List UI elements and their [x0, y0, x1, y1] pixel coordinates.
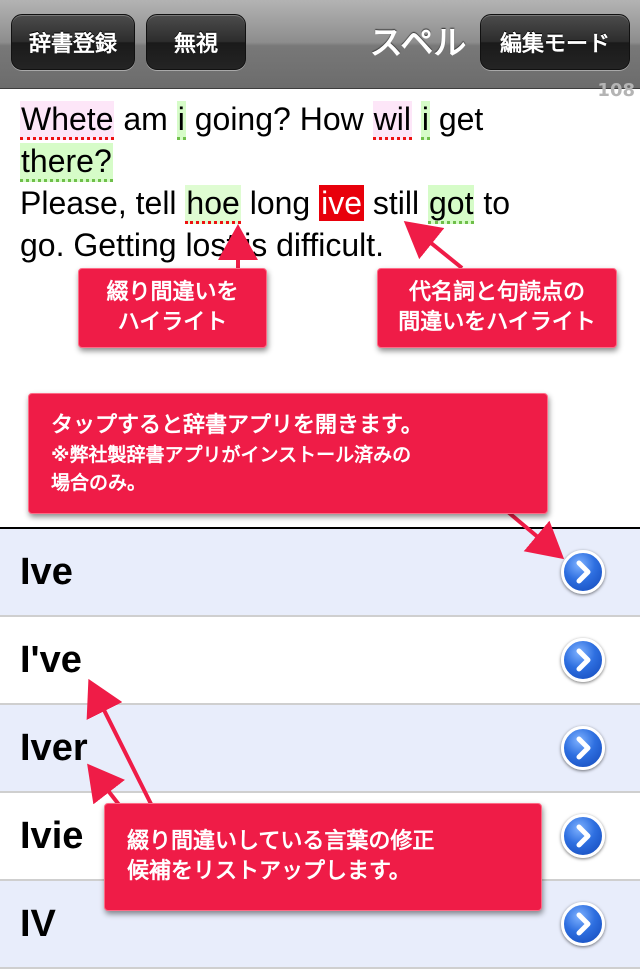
callout-suggestions: 綴り間違いしている言葉の修正 候補をリストアップします。: [104, 803, 542, 911]
suggestion-label: I've: [20, 639, 82, 681]
callout-grammar: 代名詞と句読点の 間違いをハイライト: [377, 268, 617, 348]
grammar-error-word[interactable]: i: [176, 101, 186, 140]
suggestion-label: Ivie: [20, 815, 84, 857]
grammar-error-word[interactable]: got: [428, 185, 475, 224]
text-line: Whete am i going? How wil i get: [20, 98, 620, 140]
text-line: Please, tell hoe long ive still got to: [20, 182, 620, 224]
dictionary-register-button[interactable]: 辞書登録: [11, 14, 135, 70]
callout-note: ※弊社製辞書アプリがインストール済みの: [51, 443, 412, 466]
edit-mode-button[interactable]: 編集モード: [480, 14, 630, 70]
callout-dictionary: タップすると辞書アプリを開きます。 ※弊社製辞書アプリがインストール済みの 場合…: [28, 393, 548, 514]
grammar-error-word[interactable]: i: [420, 101, 430, 140]
suggestion-label: IV: [20, 903, 56, 945]
text-fragment: long: [240, 185, 320, 221]
text-line: go. Getting lost is difficult.: [20, 227, 385, 263]
text-fragment: to: [474, 185, 511, 221]
text-fragment: am: [114, 101, 177, 137]
callout-text: 代名詞と句読点の: [408, 280, 585, 305]
callout-note: 場合のみ。: [51, 471, 147, 494]
callout-text: ハイライト: [117, 310, 228, 335]
disclosure-chevron-icon[interactable]: [561, 550, 605, 594]
callout-text: タップすると辞書アプリを開きます。: [51, 412, 423, 438]
callout-text: 綴り間違いを: [106, 280, 239, 305]
disclosure-chevron-icon[interactable]: [561, 638, 605, 682]
text-fragment: going? How: [185, 101, 373, 137]
page-title: スペル: [369, 23, 467, 62]
text-fragment: [412, 101, 421, 137]
suggestion-row[interactable]: Ive: [0, 529, 640, 617]
callout-text: 間違いをハイライト: [398, 310, 596, 335]
suggestion-row[interactable]: I've: [0, 617, 640, 705]
suggestion-row[interactable]: Iver: [0, 705, 640, 793]
spelling-error-word[interactable]: Whete: [20, 101, 115, 140]
disclosure-chevron-icon[interactable]: [561, 726, 605, 770]
text-fragment: still: [364, 185, 428, 221]
spelling-error-word[interactable]: wil: [372, 101, 412, 140]
selected-error-word[interactable]: ive: [319, 185, 364, 221]
spelling-error-word[interactable]: hoe: [185, 185, 241, 224]
text-fragment: Please, tell: [20, 185, 186, 221]
suggestion-label: Ive: [20, 551, 73, 593]
toolbar: 辞書登録 無視 スペル 編集モード: [0, 0, 640, 89]
callout-text: 候補をリストアップします。: [127, 859, 411, 884]
ignore-button[interactable]: 無視: [146, 14, 246, 70]
disclosure-chevron-icon[interactable]: [561, 902, 605, 946]
text-editor[interactable]: Whete am i going? How wil i get there? P…: [20, 98, 620, 266]
callout-text: 綴り間違いしている言葉の修正: [127, 829, 435, 854]
text-fragment: get: [429, 101, 484, 137]
text-line: there?: [20, 140, 620, 182]
suggestion-label: Iver: [20, 727, 88, 769]
callout-spelling: 綴り間違いを ハイライト: [78, 268, 267, 348]
disclosure-chevron-icon[interactable]: [561, 814, 605, 858]
grammar-error-word[interactable]: there?: [20, 143, 113, 182]
